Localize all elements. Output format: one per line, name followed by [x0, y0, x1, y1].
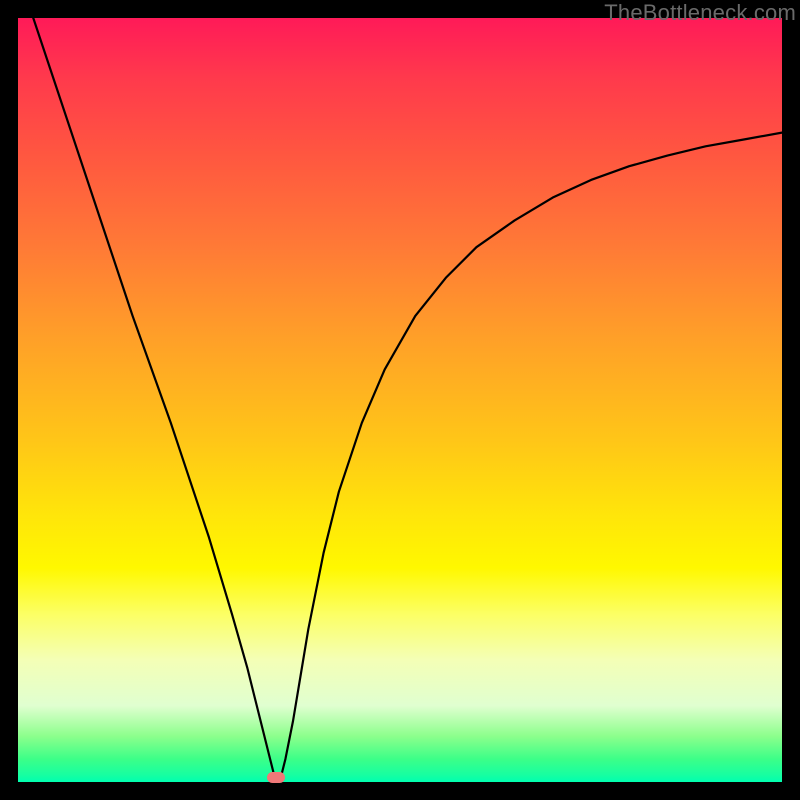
minimum-marker	[267, 772, 285, 783]
watermark-text: TheBottleneck.com	[604, 0, 796, 26]
bottleneck-curve	[33, 18, 782, 778]
curve-svg	[18, 18, 782, 782]
chart-canvas	[18, 18, 782, 782]
